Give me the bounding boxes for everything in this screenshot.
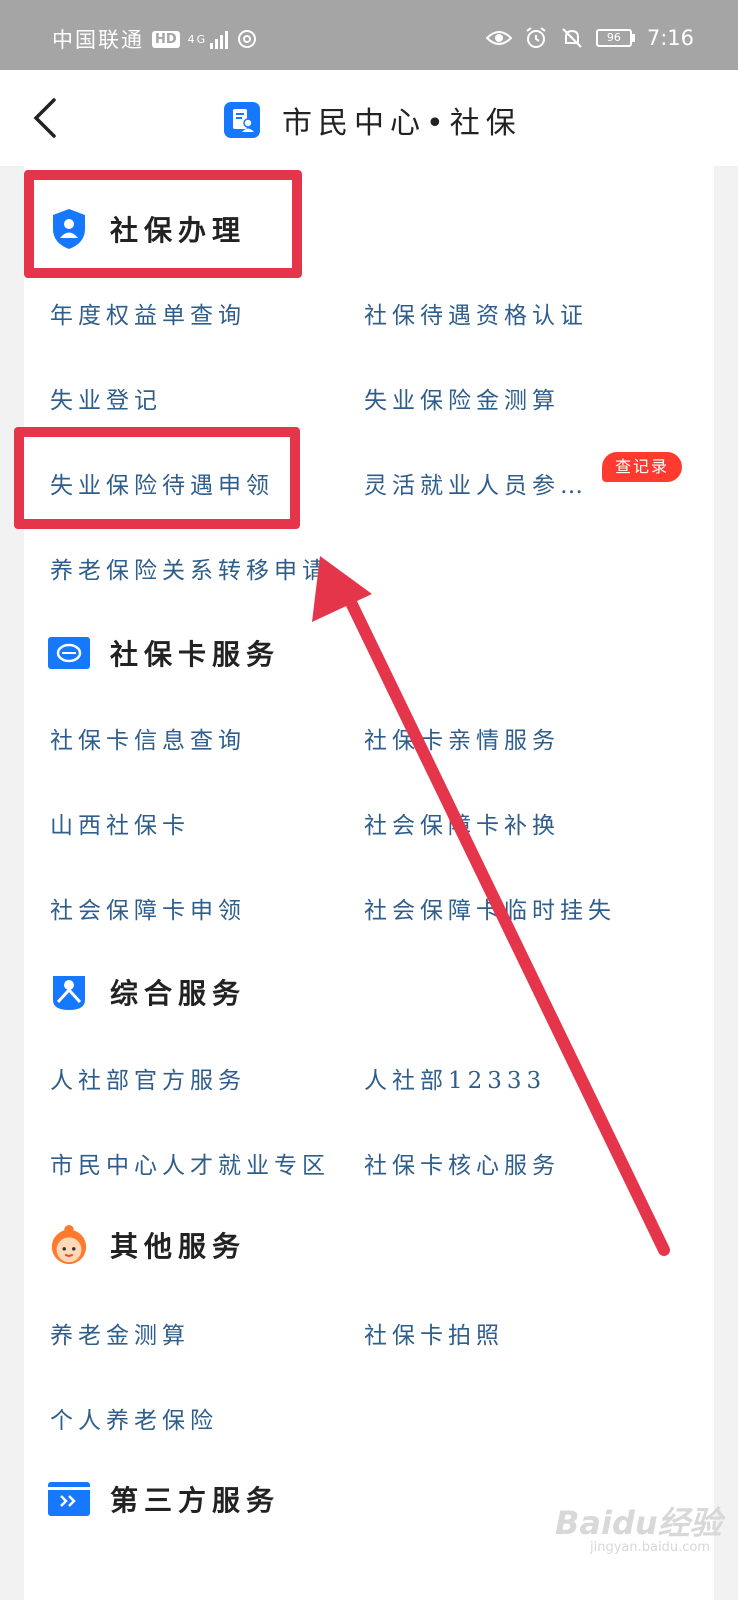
watermark-url: jingyan.baidu.com	[590, 1540, 710, 1555]
annotation-arrow	[312, 556, 670, 1256]
watermark-brand: Baidu经验	[555, 1504, 722, 1542]
